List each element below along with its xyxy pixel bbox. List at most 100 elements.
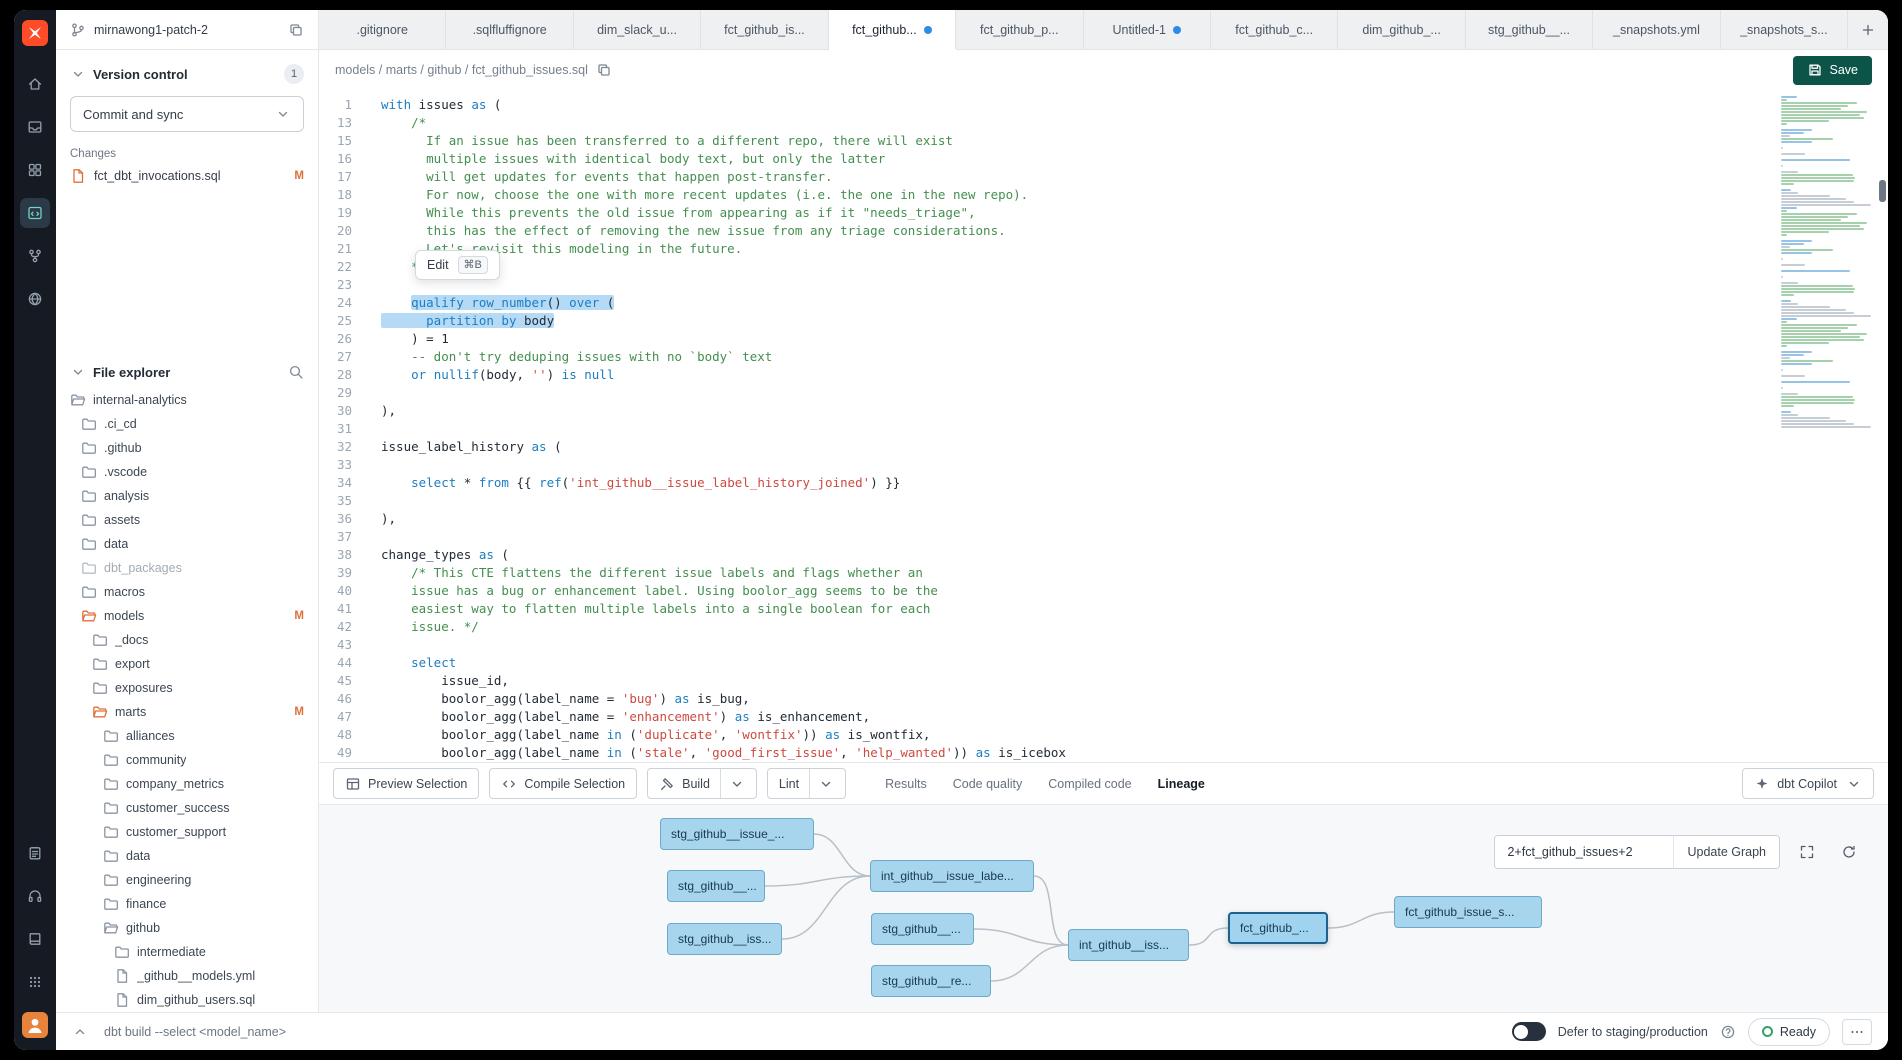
code-line[interactable]: While this prevents the old issue from a… xyxy=(381,204,1777,222)
editor-tab[interactable]: dim_slack_u... xyxy=(574,10,701,49)
code-line[interactable]: boolor_agg(label_name in ('duplicate', '… xyxy=(381,726,1777,744)
code-line[interactable]: boolor_agg(label_name in ('stale', 'good… xyxy=(381,744,1777,762)
save-button[interactable]: Save xyxy=(1793,56,1873,85)
code-line[interactable]: For now, choose the one with more recent… xyxy=(381,186,1777,204)
book-icon[interactable] xyxy=(20,924,50,954)
editor-tab[interactable]: fct_github_is... xyxy=(701,10,828,49)
file-tree-item[interactable]: .vscode xyxy=(56,460,318,484)
file-tree-item[interactable]: analysis xyxy=(56,484,318,508)
chevron-down-icon[interactable] xyxy=(720,769,745,798)
copy-branch-icon[interactable] xyxy=(288,22,304,38)
code-line[interactable]: issue. */ xyxy=(381,618,1777,636)
code-line[interactable]: easiest way to flatten multiple labels i… xyxy=(381,600,1777,618)
view-tab-results[interactable]: Results xyxy=(874,777,938,791)
file-tree-item[interactable]: _github__models.yml xyxy=(56,964,318,988)
defer-toggle[interactable] xyxy=(1512,1022,1546,1041)
lineage-node[interactable]: stg_github__iss... xyxy=(667,923,782,955)
update-graph-button[interactable]: Update Graph xyxy=(1673,836,1779,868)
branch-selector[interactable]: mirnawong1-patch-2 xyxy=(56,10,318,50)
code-line[interactable]: multiple issues with identical body text… xyxy=(381,150,1777,168)
file-tree-item[interactable]: engineering xyxy=(56,868,318,892)
code-line[interactable] xyxy=(381,276,1777,294)
search-icon[interactable] xyxy=(288,364,304,380)
file-tree-item[interactable]: macros xyxy=(56,580,318,604)
dbt-copilot-button[interactable]: dbt Copilot xyxy=(1742,768,1874,799)
code-line[interactable]: ), xyxy=(381,510,1777,528)
code-line[interactable]: issue_id, xyxy=(381,672,1777,690)
changed-file-row[interactable]: fct_dbt_invocations.sql M xyxy=(70,168,304,184)
editor-tab[interactable]: Untitled-1 xyxy=(1084,10,1211,49)
lineage-node[interactable]: fct_github_... xyxy=(1228,912,1328,944)
more-options-button[interactable] xyxy=(1842,1019,1872,1045)
editor-tab[interactable]: .gitignore xyxy=(319,10,446,49)
lint-button[interactable]: Lint xyxy=(767,768,846,799)
new-tab-button[interactable] xyxy=(1848,10,1888,49)
edit-tooltip[interactable]: Edit ⌘B xyxy=(415,250,500,280)
edit-tooltip-label[interactable]: Edit xyxy=(427,258,449,272)
fork-icon[interactable] xyxy=(20,241,50,271)
preview-selection-button[interactable]: Preview Selection xyxy=(333,768,479,799)
commit-and-sync-select[interactable]: Commit and sync xyxy=(70,96,304,132)
code-line[interactable] xyxy=(381,456,1777,474)
code-line[interactable]: /* xyxy=(381,114,1777,132)
file-tree-item[interactable]: _docs xyxy=(56,628,318,652)
ide-icon[interactable] xyxy=(20,198,50,228)
file-tree-item[interactable]: company_metrics xyxy=(56,772,318,796)
code-line[interactable]: ), xyxy=(381,402,1777,420)
scrollbar-thumb[interactable] xyxy=(1879,180,1886,202)
file-tree-item[interactable]: community xyxy=(56,748,318,772)
code-line[interactable] xyxy=(381,636,1777,654)
globe-icon[interactable] xyxy=(20,284,50,314)
code-line[interactable]: /* This CTE flattens the different issue… xyxy=(381,564,1777,582)
lineage-node[interactable]: fct_github_issue_s... xyxy=(1394,896,1542,928)
apps-icon[interactable] xyxy=(20,967,50,997)
code-line[interactable] xyxy=(381,492,1777,510)
editor-tab[interactable]: .sqlfluffignore xyxy=(446,10,573,49)
view-tab-lineage[interactable]: Lineage xyxy=(1147,777,1216,791)
build-button[interactable]: Build xyxy=(647,768,757,799)
lineage-node[interactable]: int_github__iss... xyxy=(1068,929,1189,961)
code-line[interactable]: boolor_agg(label_name = 'bug') as is_bug… xyxy=(381,690,1777,708)
code-line[interactable]: this has the effect of removing the new … xyxy=(381,222,1777,240)
expand-panel-button[interactable] xyxy=(72,1024,88,1040)
version-control-header[interactable]: Version control 1 xyxy=(70,64,304,84)
home-icon[interactable] xyxy=(20,69,50,99)
file-tree-item[interactable]: .github xyxy=(56,436,318,460)
cli-command[interactable]: dbt build --select <model_name> xyxy=(104,1025,286,1039)
file-tree-item[interactable]: assets xyxy=(56,508,318,532)
status-ready-pill[interactable]: Ready xyxy=(1748,1018,1830,1046)
code-line[interactable] xyxy=(381,528,1777,546)
file-tree-item[interactable]: dbt_packages xyxy=(56,556,318,580)
file-tree-item[interactable]: intermediate xyxy=(56,940,318,964)
dbt-logo[interactable] xyxy=(20,18,50,48)
lineage-node[interactable]: stg_github__... xyxy=(871,913,974,945)
file-explorer-header[interactable]: File explorer xyxy=(56,356,318,388)
code-line[interactable]: */ xyxy=(381,258,1777,276)
file-tree-item[interactable]: finance xyxy=(56,892,318,916)
editor-tab[interactable]: fct_github_p... xyxy=(956,10,1083,49)
clipboard-icon[interactable] xyxy=(20,838,50,868)
file-tree-item[interactable]: martsM xyxy=(56,700,318,724)
file-tree-item[interactable]: customer_support xyxy=(56,820,318,844)
file-tree-item[interactable]: alliances xyxy=(56,724,318,748)
file-tree-item[interactable]: internal-analytics xyxy=(56,388,318,412)
file-tree-item[interactable]: modelsM xyxy=(56,604,318,628)
compile-selection-button[interactable]: Compile Selection xyxy=(489,768,637,799)
copy-path-icon[interactable] xyxy=(596,62,612,78)
file-tree-item[interactable]: data xyxy=(56,844,318,868)
code-lines[interactable]: with issues as ( /* If an issue has been… xyxy=(365,90,1777,762)
view-tab-code-quality[interactable]: Code quality xyxy=(942,777,1034,791)
code-line[interactable] xyxy=(381,420,1777,438)
code-line[interactable]: Let's revisit this modeling in the futur… xyxy=(381,240,1777,258)
code-line[interactable]: change_types as ( xyxy=(381,546,1777,564)
code-line[interactable]: or nullif(body, '') is null xyxy=(381,366,1777,384)
lineage-node[interactable]: stg_github__re... xyxy=(871,965,991,997)
editor-tab[interactable]: _snapshots.yml xyxy=(1593,10,1720,49)
code-line[interactable]: will get updates for events that happen … xyxy=(381,168,1777,186)
lineage-node[interactable]: stg_github__issue_... xyxy=(660,818,814,850)
code-line[interactable] xyxy=(381,384,1777,402)
chevron-down-icon[interactable] xyxy=(809,769,834,798)
lineage-search-input[interactable] xyxy=(1495,836,1673,868)
code-line[interactable]: -- don't try deduping issues with no `bo… xyxy=(381,348,1777,366)
lineage-node[interactable]: stg_github__... xyxy=(667,870,765,902)
